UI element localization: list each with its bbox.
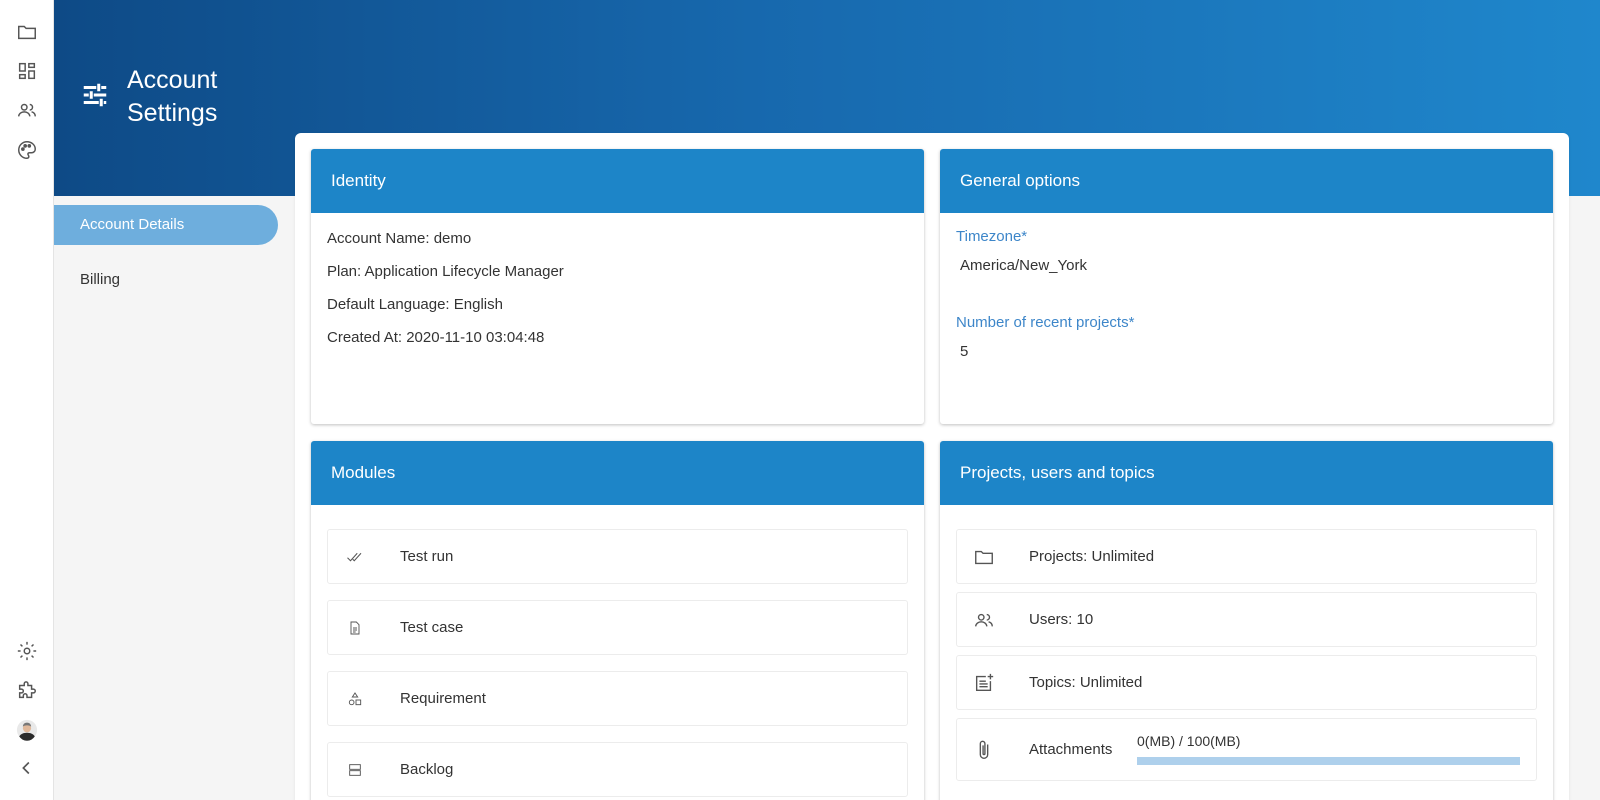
- people-icon: [957, 609, 1007, 631]
- icon-rail: [0, 0, 54, 800]
- module-test-case[interactable]: Test case: [327, 600, 908, 655]
- quota-label: Topics: Unlimited: [1029, 674, 1143, 691]
- plan: Plan: Application Lifecycle Manager: [327, 263, 564, 280]
- module-requirement[interactable]: Requirement: [327, 671, 908, 726]
- recent-projects-field[interactable]: Number of recent projects* 5: [956, 313, 1536, 362]
- module-label: Backlog: [400, 761, 454, 778]
- main-content: Identity Account Name: demo Plan: Applic…: [295, 133, 1569, 800]
- folder-icon[interactable]: [13, 18, 41, 46]
- timezone-value[interactable]: America/New_York: [956, 256, 1536, 276]
- module-test-run[interactable]: Test run: [327, 529, 908, 584]
- attachments-progress-bar: [1137, 757, 1520, 765]
- chevron-left-icon[interactable]: [13, 754, 41, 782]
- quota-label: Users: 10: [1029, 611, 1094, 628]
- quotas-card: Projects, users and topics Projects: Unl…: [940, 441, 1553, 800]
- module-label: Requirement: [400, 690, 486, 707]
- quota-topics: Topics: Unlimited: [956, 655, 1537, 710]
- folder-icon: [957, 546, 1007, 568]
- palette-icon[interactable]: [13, 136, 41, 164]
- modules-card-header: Modules: [311, 441, 924, 505]
- default-language: Default Language: English: [327, 296, 503, 313]
- dashboard-icon[interactable]: [13, 57, 41, 85]
- created-at: Created At: 2020-11-10 03:04:48: [327, 329, 545, 346]
- modules-card: Modules Test run Test case Requirement B…: [311, 441, 924, 800]
- account-name: Account Name: demo: [327, 230, 472, 247]
- quota-users: Users: 10: [956, 592, 1537, 647]
- identity-card: Identity Account Name: demo Plan: Applic…: [311, 149, 924, 424]
- avatar[interactable]: [13, 716, 41, 744]
- quotas-card-header: Projects, users and topics: [940, 441, 1553, 505]
- nav-item-account-details[interactable]: Account Details: [54, 205, 278, 245]
- post-add-icon: [957, 672, 1007, 694]
- document-icon: [328, 620, 378, 636]
- paperclip-icon: [957, 739, 1007, 761]
- attachments-usage: 0(MB) / 100(MB): [1137, 731, 1520, 765]
- module-backlog[interactable]: Backlog: [327, 742, 908, 797]
- recent-projects-label: Number of recent projects*: [956, 314, 1135, 331]
- attachments-label: Attachments: [1029, 741, 1113, 758]
- attachments-usage-text: 0(MB) / 100(MB): [1137, 733, 1241, 749]
- page-title: Account Settings: [127, 66, 218, 127]
- gear-icon[interactable]: [13, 637, 41, 665]
- people-icon[interactable]: [13, 96, 41, 124]
- storage-icon: [328, 762, 378, 778]
- shapes-icon: [328, 691, 378, 707]
- double-check-icon: [328, 548, 378, 566]
- settings-sliders-icon: [80, 80, 110, 110]
- settings-nav: Account Details Billing: [54, 196, 290, 800]
- quota-label: Projects: Unlimited: [1029, 548, 1155, 565]
- module-label: Test run: [400, 548, 454, 565]
- nav-item-billing[interactable]: Billing: [54, 260, 278, 300]
- general-options-card: General options Timezone* America/New_Yo…: [940, 149, 1553, 424]
- general-options-card-header: General options: [940, 149, 1553, 213]
- quota-attachments: Attachments 0(MB) / 100(MB): [956, 718, 1537, 781]
- puzzle-icon[interactable]: [13, 677, 41, 705]
- identity-card-header: Identity: [311, 149, 924, 213]
- timezone-field[interactable]: Timezone* America/New_York: [956, 227, 1536, 276]
- module-label: Test case: [400, 619, 464, 636]
- quota-projects: Projects: Unlimited: [956, 529, 1537, 584]
- timezone-label: Timezone*: [956, 228, 1028, 245]
- recent-projects-value[interactable]: 5: [956, 342, 1536, 362]
